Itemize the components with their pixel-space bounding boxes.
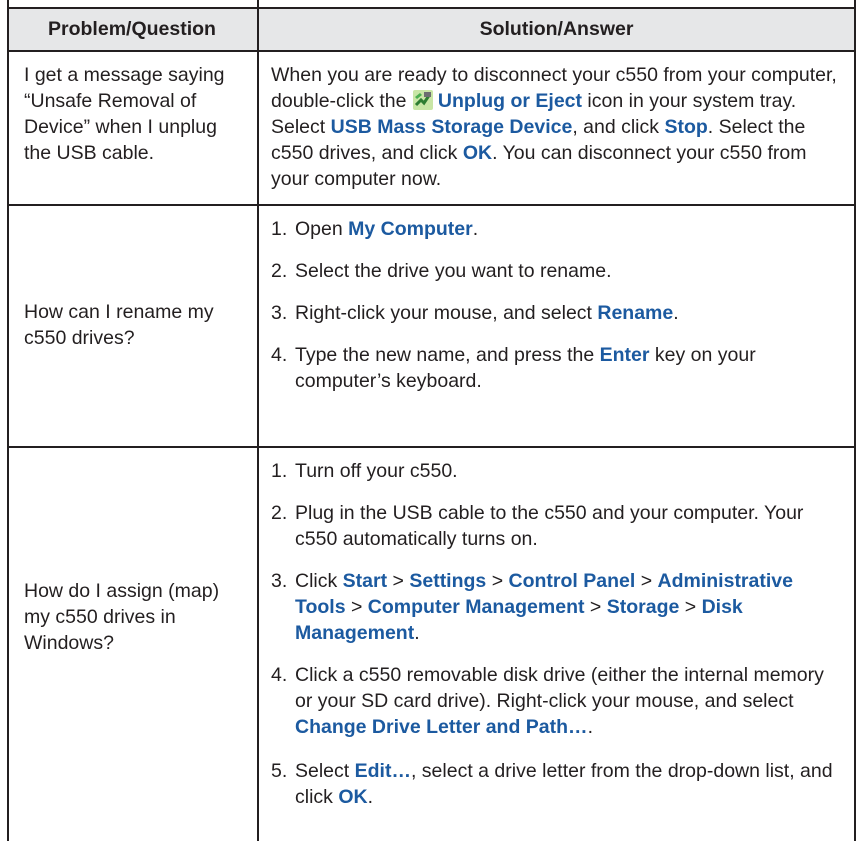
row-question: How can I rename my c550 drives? bbox=[24, 301, 214, 349]
list-item: 4. Click a c550 removable disk drive (eit… bbox=[271, 664, 824, 738]
list-item: 1. Open My Computer. bbox=[271, 218, 479, 240]
table-border-left bbox=[7, 0, 9, 841]
table-border-right bbox=[854, 0, 856, 841]
unplug-eject-icon bbox=[412, 90, 433, 110]
list-item: 3. Right-click your mouse, and select Ren… bbox=[271, 302, 679, 324]
list-item: 3. Click Start > Settings > Control Panel… bbox=[271, 570, 793, 644]
list-item: 5. Select Edit…, select a drive letter fr… bbox=[271, 760, 833, 808]
column-divider bbox=[257, 0, 259, 841]
header-problem: Problem/Question bbox=[48, 17, 216, 40]
troubleshooting-table: Problem/Question Solution/Answer I get a… bbox=[0, 0, 861, 841]
header-solution: Solution/Answer bbox=[479, 17, 634, 40]
list-item: 2. Select the drive you want to rename. bbox=[271, 260, 612, 282]
row-divider bbox=[7, 204, 856, 206]
list-item: 2. Plug in the USB cable to the c550 and … bbox=[271, 502, 804, 550]
list-item: 4. Type the new name, and press the Enter… bbox=[271, 344, 756, 392]
row-question: I get a message saying “Unsafe Removal o… bbox=[24, 64, 225, 164]
row-divider bbox=[7, 446, 856, 448]
row-question: How do I assign (map) my c550 drives in … bbox=[24, 580, 220, 654]
row-answer: When you are ready to disconnect your c5… bbox=[271, 64, 837, 190]
list-item: 1. Turn off your c550. bbox=[271, 460, 458, 482]
